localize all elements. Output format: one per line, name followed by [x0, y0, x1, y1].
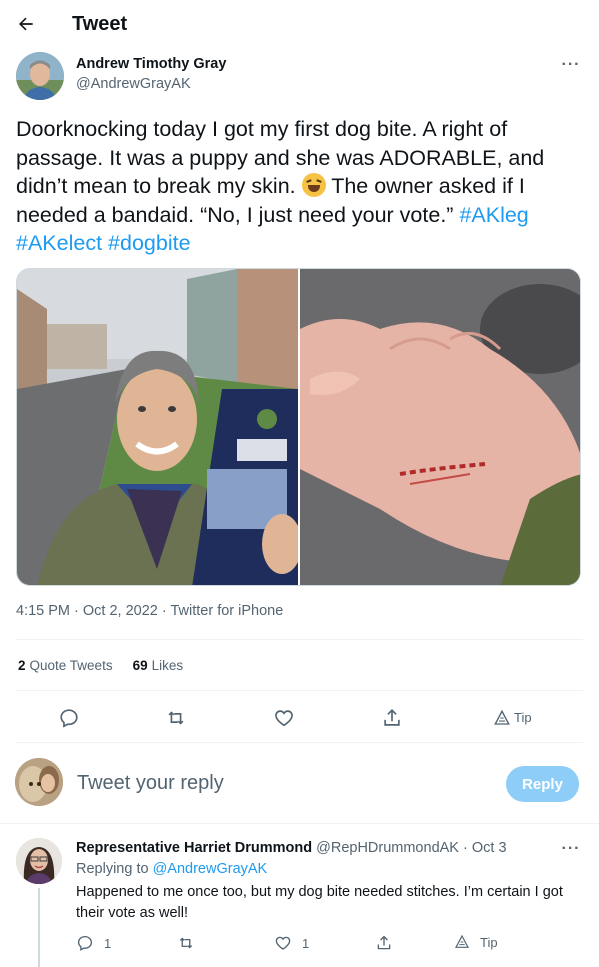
hashtag-link[interactable]: #AKleg	[459, 203, 528, 227]
thread-line	[38, 888, 40, 967]
tweet-stats: 2 Quote Tweets 69 Likes	[18, 658, 183, 673]
retweet-icon[interactable]	[164, 706, 188, 730]
reply-like-action[interactable]: 1	[274, 934, 309, 952]
replying-to: Replying to @AndrewGrayAK	[76, 861, 268, 877]
author-handle[interactable]: @AndrewGrayAK	[76, 76, 191, 92]
share-icon	[377, 935, 391, 950]
tip-icon	[455, 934, 469, 948]
page-title: Tweet	[72, 13, 128, 35]
tweet-media	[16, 268, 581, 586]
hashtag-link[interactable]: #dogbite	[108, 231, 191, 255]
reply-button[interactable]: Reply	[506, 766, 579, 802]
author-name[interactable]: Andrew Timothy Gray	[76, 56, 226, 72]
grinning-squinting-face-emoji	[301, 173, 326, 197]
reply-reply-action[interactable]: 1	[76, 934, 111, 952]
reply-author-handle[interactable]: @RepHDrummondAK	[316, 840, 459, 856]
reply-text: Happened to me once too, but my dog bite…	[76, 884, 563, 921]
likes-stat[interactable]: 69 Likes	[133, 658, 184, 673]
divider	[16, 639, 583, 640]
divider	[0, 823, 599, 824]
reply-count: 1	[104, 935, 112, 951]
replying-to-link[interactable]: @AndrewGrayAK	[153, 861, 268, 877]
reply-share-action[interactable]	[375, 934, 393, 952]
reply-icon	[77, 935, 93, 951]
tweet-text: Doorknocking today I got my first dog bi…	[16, 115, 584, 258]
top-bar: Tweet	[0, 0, 599, 50]
tip-label: Tip	[480, 934, 498, 950]
like-count: 1	[302, 935, 310, 951]
like-icon	[275, 936, 291, 950]
reply-input[interactable]: Tweet your reply	[77, 772, 224, 795]
quote-tweets-stat[interactable]: 2 Quote Tweets	[18, 658, 113, 673]
tweet-actions	[0, 700, 599, 734]
current-user-avatar[interactable]	[15, 758, 63, 806]
reply-tip-action[interactable]: Tip	[454, 934, 498, 950]
reply-time[interactable]: · Oct 3	[463, 840, 507, 856]
reply-header: Representative Harriet Drummond @RepHDru…	[76, 840, 507, 856]
retweet-icon	[179, 937, 193, 949]
tweet-timestamp[interactable]: 4:15 PM · Oct 2, 2022 · Twitter for iPho…	[16, 603, 283, 619]
more-options-icon[interactable]: ···	[560, 840, 582, 857]
selfie-photo[interactable]	[17, 269, 302, 585]
reply-retweet-action[interactable]	[177, 934, 195, 952]
reply-author-name[interactable]: Representative Harriet Drummond	[76, 840, 312, 856]
share-icon[interactable]	[380, 706, 404, 730]
divider	[16, 742, 583, 743]
author-avatar[interactable]	[16, 52, 64, 100]
more-options-icon[interactable]: ···	[560, 56, 582, 73]
tip-icon[interactable]	[490, 706, 514, 730]
tip-label[interactable]: Tip	[514, 710, 532, 725]
arrow-left-icon[interactable]	[14, 12, 38, 36]
hashtag-link[interactable]: #AKelect	[16, 231, 102, 255]
divider	[16, 690, 583, 691]
hand-bite-photo[interactable]	[300, 269, 580, 585]
like-icon[interactable]	[272, 706, 296, 730]
reply-author-avatar[interactable]	[16, 838, 62, 884]
reply-icon[interactable]	[57, 706, 81, 730]
